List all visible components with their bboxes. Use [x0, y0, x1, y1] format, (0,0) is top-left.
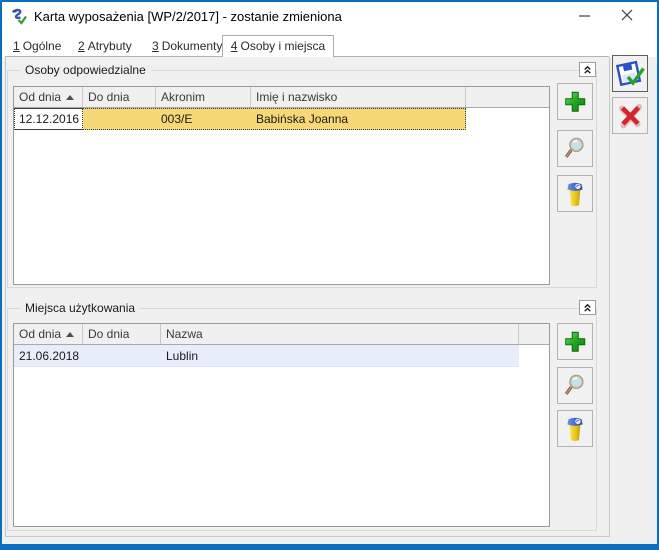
magnifier-icon — [562, 373, 588, 399]
save-icon — [615, 59, 645, 89]
minimize-button[interactable] — [568, 0, 600, 30]
sort-asc-icon — [66, 332, 74, 337]
page-border-bottom — [5, 536, 610, 537]
collapse-up-icon — [582, 302, 593, 313]
cell-do-dnia[interactable] — [83, 345, 161, 366]
tab-dokumenty[interactable]: 3Dokumenty — [152, 38, 222, 54]
column-header-empty — [519, 324, 549, 344]
app-icon — [10, 8, 27, 25]
add-osoby-button[interactable] — [557, 83, 593, 120]
tab-osoby-i-miejsca[interactable]: 4Osoby i miejsca — [222, 35, 334, 57]
column-header-empty — [466, 87, 549, 107]
cancel-icon — [617, 102, 644, 129]
window-title: Karta wyposażenia [WP/2/2017] - zostanie… — [34, 9, 342, 24]
miejsca-table-row-selected[interactable]: 21.06.2018 Lublin — [14, 345, 519, 367]
delete-miejsca-button[interactable] — [557, 410, 593, 447]
trash-icon — [562, 415, 588, 443]
trash-icon — [562, 180, 588, 208]
column-header-nazwa[interactable]: Nazwa — [161, 324, 519, 344]
cell-do-dnia[interactable] — [83, 108, 156, 130]
tab-ogolne[interactable]: 1Ogólne — [13, 38, 61, 54]
cell-od-dnia[interactable]: 12.12.2016 — [14, 108, 83, 130]
osoby-table: Od dnia Do dnia Akronim Imię i nazwisko … — [13, 86, 550, 285]
groupbox-osoby-label: Osoby odpowiedzialne — [20, 63, 151, 77]
column-header-imie-nazwisko[interactable]: Imię i nazwisko — [251, 87, 466, 107]
miejsca-table: Od dnia Do dnia Nazwa 21.06.2018 Lublin — [13, 323, 550, 527]
minimize-icon — [578, 9, 591, 22]
collapse-up-icon — [582, 64, 593, 75]
cell-od-dnia[interactable]: 21.06.2018 — [14, 345, 83, 366]
osoby-table-header: Od dnia Do dnia Akronim Imię i nazwisko — [14, 87, 549, 108]
cell-imie-nazwisko[interactable]: Babińska Joanna — [251, 108, 466, 130]
tab-atrybuty[interactable]: 2Atrybuty — [78, 38, 132, 54]
cancel-button[interactable] — [612, 97, 648, 134]
close-button[interactable] — [611, 0, 643, 30]
osoby-table-row-selected[interactable]: 12.12.2016 003/E Babińska Joanna — [14, 108, 466, 130]
dialog-window: Karta wyposażenia [WP/2/2017] - zostanie… — [0, 0, 659, 550]
collapse-osoby-button[interactable] — [579, 62, 596, 77]
close-icon — [620, 8, 634, 22]
column-header-akronim[interactable]: Akronim — [156, 87, 251, 107]
cell-nazwa[interactable]: Lublin — [161, 345, 519, 366]
titlebar[interactable]: Karta wyposażenia [WP/2/2017] - zostanie… — [2, 2, 569, 30]
column-header-do-dnia[interactable]: Do dnia — [83, 87, 156, 107]
collapse-miejsca-button[interactable] — [579, 300, 596, 315]
view-osoby-button[interactable] — [557, 130, 593, 167]
column-header-od-dnia[interactable]: Od dnia — [14, 87, 83, 107]
add-icon — [562, 89, 588, 115]
magnifier-icon — [562, 136, 588, 162]
add-icon — [562, 329, 588, 355]
delete-osoby-button[interactable] — [557, 175, 593, 212]
page-border-left — [5, 57, 6, 536]
sort-asc-icon — [66, 95, 74, 100]
add-miejsca-button[interactable] — [557, 323, 593, 360]
cell-akronim[interactable]: 003/E — [156, 108, 251, 130]
save-button[interactable] — [612, 55, 648, 92]
column-header-od-dnia[interactable]: Od dnia — [14, 324, 83, 344]
view-miejsca-button[interactable] — [557, 367, 593, 404]
column-header-do-dnia[interactable]: Do dnia — [83, 324, 161, 344]
groupbox-miejsca-label: Miejsca użytkowania — [20, 301, 140, 315]
miejsca-table-header: Od dnia Do dnia Nazwa — [14, 324, 549, 345]
page-border-right — [609, 57, 610, 537]
